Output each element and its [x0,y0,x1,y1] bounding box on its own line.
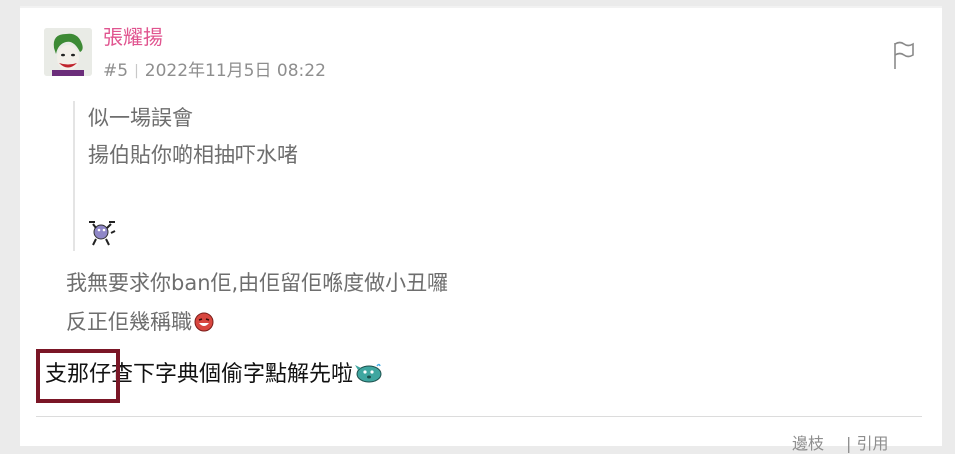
post-meta: #5 | 2022年11月5日 08:22 [103,60,326,83]
user-avatar[interactable] [44,28,92,76]
flag-icon[interactable] [892,39,916,71]
sweating-fish-emoji-icon [355,362,383,393]
post-timestamp[interactable]: 2022年11月5日 08:22 [145,61,326,81]
joker-avatar-icon [44,28,92,76]
post-card: 張耀揚 #5 | 2022年11月5日 08:22 似一場誤會 揚伯貼你啲相抽吓水啫… [20,6,942,453]
reply-button[interactable]: 邊枝 [792,430,824,454]
highlight-box [36,349,120,403]
username[interactable]: 張耀揚 [103,24,163,50]
card-top-border [20,6,942,8]
quote-button[interactable]: | 引用 [846,430,888,454]
stick-figure-emoji-icon [87,218,117,246]
post-number[interactable]: #5 [103,61,128,81]
quote-block: 似一場誤會 揚伯貼你啲相抽吓水啫 [73,101,895,251]
quote-line-1: 似一場誤會 [88,106,193,130]
quote-line-2: 揚伯貼你啲相抽吓水啫 [88,143,298,167]
reply-line-2-text: 反正佢幾稱職 [66,310,192,334]
reply-line-2: 反正佢幾稱職 [66,307,214,340]
reply-line-1: 我無要求你ban佢,由佢留佢喺度做小丑囉 [66,271,449,295]
laughing-face-emoji-icon [194,310,214,340]
post-divider [36,416,922,417]
meta-separator: | [134,63,139,79]
